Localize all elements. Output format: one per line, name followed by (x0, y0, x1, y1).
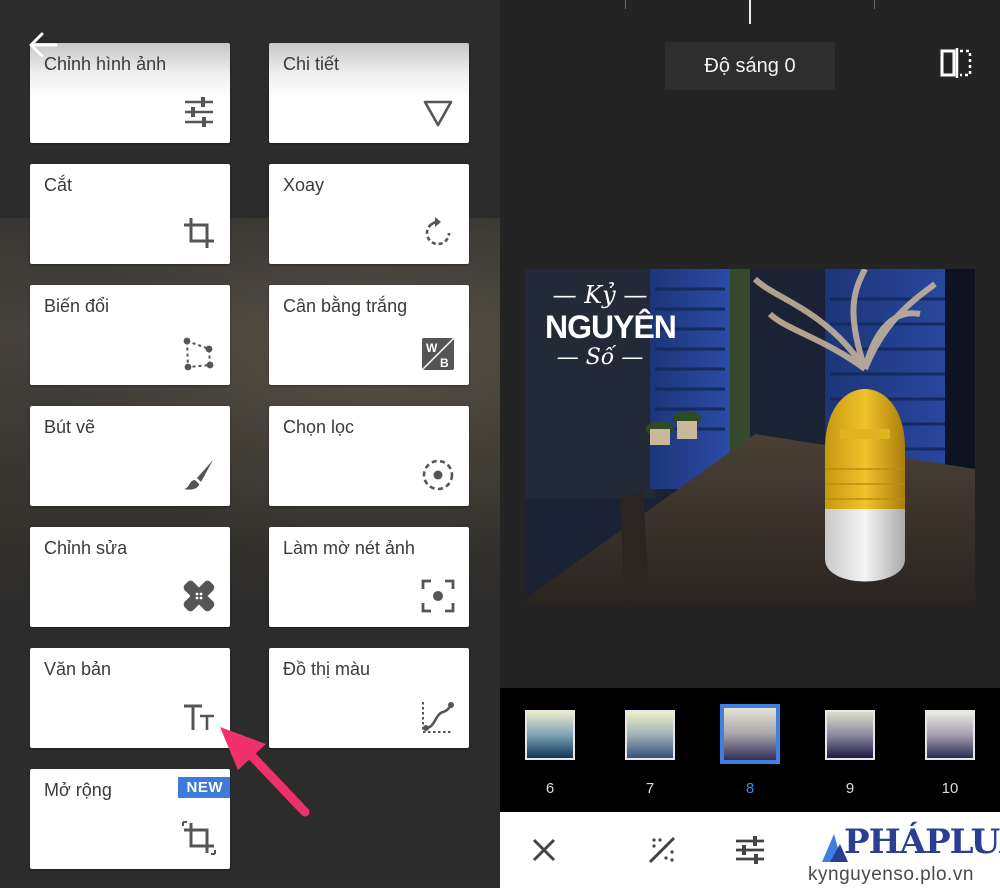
filter-num: 9 (845, 780, 855, 797)
tool-label: Làm mờ nét ảnh (283, 538, 415, 558)
svg-text:W: W (426, 341, 438, 355)
watermark-line1: Kỷ (584, 281, 616, 309)
tool-text[interactable]: Văn bản (30, 648, 230, 748)
auto-adjust-icon[interactable] (644, 832, 680, 868)
edited-photo: — Kỷ — NGUYÊN — Số — (525, 269, 975, 606)
tool-white-balance[interactable]: Cân bằng trắng W B (269, 285, 469, 385)
tool-brush[interactable]: Bút vẽ (30, 406, 230, 506)
filter-strip: 6 7 8 9 10 (500, 688, 1000, 818)
tool-label: Cân bằng trắng (283, 296, 408, 316)
brush-icon (184, 460, 213, 490)
filter-thumb-9[interactable] (825, 710, 875, 760)
filter-num: 8 (745, 780, 755, 797)
tool-label: Bút vẽ (44, 417, 96, 437)
tool-label: Chi tiết (283, 54, 340, 74)
watermark-line3: Số (585, 345, 615, 370)
filter-thumb-8-selected[interactable] (720, 704, 780, 764)
tool-label: Cắt (44, 175, 73, 195)
crop-icon (184, 218, 214, 248)
filter-num: 10 (941, 780, 959, 797)
tool-tune-image[interactable]: Chỉnh hình ảnh (30, 43, 230, 143)
tune-sliders-icon[interactable] (732, 832, 768, 868)
watermark-line2: NGUYÊN (545, 309, 677, 345)
filter-num: 7 (645, 780, 655, 797)
text-icon (184, 704, 214, 730)
tool-curves[interactable]: Đồ thị màu (269, 648, 469, 748)
triangle-details-icon (423, 100, 453, 127)
tool-label: Xoay (283, 175, 325, 195)
tune-sliders-icon (185, 97, 213, 127)
filter-thumb-6[interactable] (525, 710, 575, 760)
tool-label: Đồ thị màu (283, 659, 371, 679)
tool-selective[interactable]: Chọn lọc (269, 406, 469, 506)
expand-icon (182, 821, 216, 855)
tool-label: Chỉnh sửa (44, 538, 128, 558)
tool-label: Chọn lọc (283, 417, 355, 437)
healing-icon (183, 580, 215, 612)
brand-logo-text: PHÁPLUẬT (844, 822, 1000, 862)
white-balance-icon: W B (421, 337, 455, 371)
perspective-icon (183, 337, 214, 371)
tool-lens-blur[interactable]: Làm mờ nét ảnh (269, 527, 469, 627)
tool-crop[interactable]: Cắt (30, 164, 230, 264)
brand-site-url: kynguyenso.plo.vn (808, 864, 974, 885)
tool-label: Văn bản (44, 659, 112, 679)
tool-transform[interactable]: Biến đổi (30, 285, 230, 385)
selective-icon (422, 459, 454, 491)
tool-expand[interactable]: Mở rộng NEW (30, 769, 230, 869)
brightness-readout: Độ sáng 0 (665, 42, 835, 90)
rotate-icon (425, 217, 451, 246)
adjustment-slider-ruler[interactable] (500, 0, 1000, 24)
cancel-close-icon[interactable] (526, 832, 562, 868)
compare-icon[interactable] (940, 48, 972, 78)
filter-num: 6 (545, 780, 555, 797)
filter-thumb-10[interactable] (925, 710, 975, 760)
tool-details[interactable]: Chi tiết (269, 43, 469, 143)
tool-healing[interactable]: Chỉnh sửa (30, 527, 230, 627)
tool-label: Chỉnh hình ảnh (44, 54, 167, 74)
editor-panel: Độ sáng 0 — Kỷ — NGUYÊN — Số — 6 7 8 9 1… (500, 0, 1000, 888)
curves-icon (422, 702, 454, 733)
new-badge: NEW (177, 777, 230, 798)
tool-rotate[interactable]: Xoay (269, 164, 469, 264)
tool-label: Biến đổi (44, 296, 110, 316)
tool-label: Mở rộng (44, 780, 112, 800)
vignette-focus-icon (421, 579, 455, 613)
filter-thumb-7[interactable] (625, 710, 675, 760)
svg-text:B: B (440, 356, 449, 370)
tools-panel: Chỉnh hình ảnh Chi tiết Cắt Xoay Biến đổ… (0, 0, 500, 888)
watermark-logo: — Kỷ — NGUYÊN — Số — (545, 281, 677, 370)
back-arrow-icon[interactable] (26, 28, 60, 62)
